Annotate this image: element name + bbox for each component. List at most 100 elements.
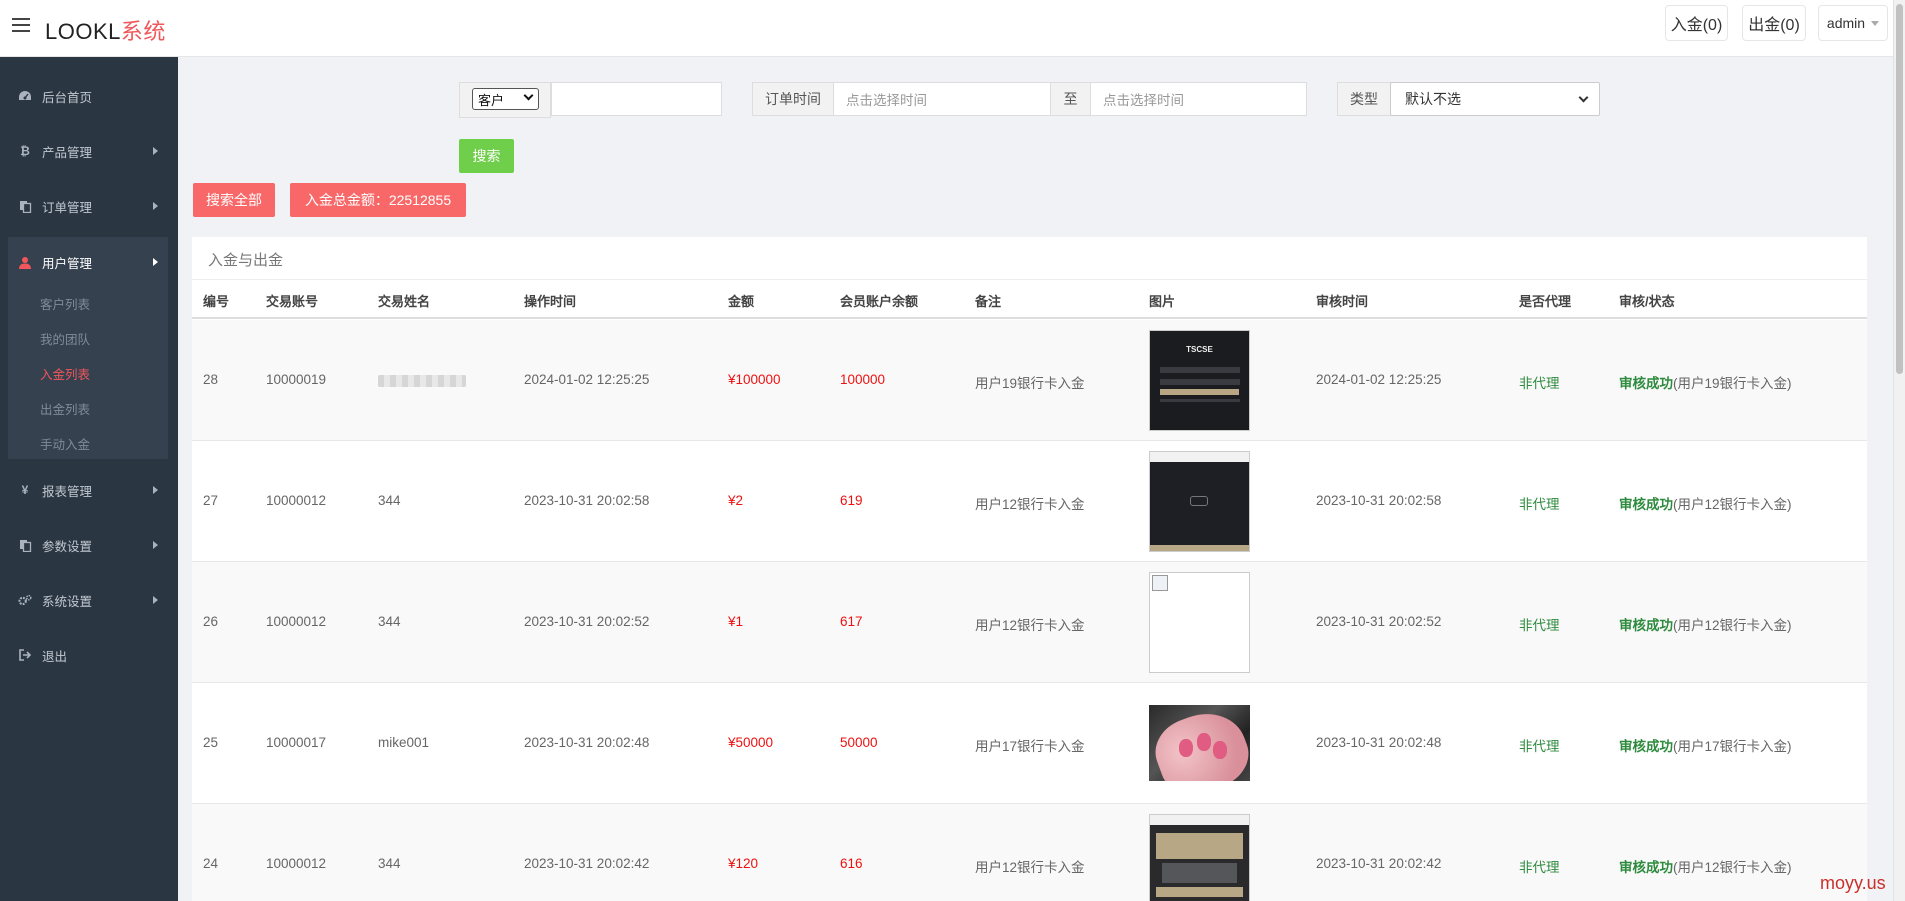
time-end-input[interactable]: 点击选择时间: [1090, 82, 1307, 116]
col-header-image: 图片: [1149, 294, 1176, 309]
cell-balance: 100000: [840, 372, 886, 387]
cell-op-time: 2024-01-02 12:25:25: [524, 372, 650, 387]
table-row: 24 10000012 344 2023-10-31 20:02:42 ¥120…: [192, 804, 1867, 901]
cell-agent: 非代理: [1519, 497, 1560, 512]
cell-note: 用户12银行卡入金: [975, 860, 1085, 875]
deposit-notification-button[interactable]: 入金(0): [1665, 5, 1728, 41]
panel-title: 入金与出金: [208, 252, 284, 269]
status-success: 审核成功: [1619, 376, 1673, 391]
cell-review-time: 2024-01-02 12:25:25: [1316, 372, 1442, 387]
cell-amount: ¥2: [728, 493, 744, 508]
cell-note: 用户12银行卡入金: [975, 497, 1085, 512]
app-logo[interactable]: LOOKL系统: [45, 14, 166, 46]
cell-id: 27: [203, 493, 219, 508]
cell-review-time: 2023-10-31 20:02:42: [1316, 856, 1442, 871]
cell-name: 344: [378, 856, 401, 871]
cell-account: 10000012: [266, 614, 327, 629]
yen-icon: ¥: [21, 483, 29, 497]
cell-op-time: 2023-10-31 20:02:58: [524, 493, 650, 508]
sidebar-item-logout[interactable]: 退出: [8, 636, 168, 674]
col-header-agent: 是否代理: [1519, 294, 1572, 309]
sidebar-item-products[interactable]: ₿ 产品管理: [8, 132, 168, 170]
status-note: (用户12银行卡入金): [1673, 497, 1792, 512]
chevron-right-icon: [153, 596, 158, 604]
cell-balance: 616: [840, 856, 863, 871]
chevron-right-icon: [153, 258, 158, 266]
cell-amount: ¥50000: [728, 735, 774, 750]
receipt-thumbnail[interactable]: TSCSE: [1149, 330, 1250, 431]
search-all-button[interactable]: 搜索全部: [193, 183, 275, 217]
cell-balance: 617: [840, 614, 863, 629]
sidebar-item-label: 产品管理: [42, 145, 93, 160]
status-success: 审核成功: [1619, 739, 1673, 754]
dashboard-icon: [18, 89, 32, 103]
chevron-right-icon: [153, 541, 158, 549]
sidebar-subitem-manual-deposit[interactable]: 手动入金: [40, 434, 90, 454]
sidebar-item-orders[interactable]: 订单管理: [8, 187, 168, 225]
bitcoin-icon: ₿: [20, 144, 30, 158]
blurred-name: [378, 375, 466, 387]
receipt-thumbnail[interactable]: [1149, 705, 1250, 781]
cell-amount: ¥120: [728, 856, 759, 871]
sidebar-item-label: 参数设置: [42, 539, 93, 554]
sidebar-item-dashboard[interactable]: 后台首页: [8, 77, 168, 115]
withdraw-notification-button[interactable]: 出金(0): [1742, 5, 1806, 41]
cell-name: mike001: [378, 735, 430, 750]
sidebar-item-label: 报表管理: [42, 484, 93, 499]
customer-type-select[interactable]: 客户: [472, 88, 539, 110]
col-header-balance: 会员账户余额: [840, 294, 919, 309]
cell-agent: 非代理: [1519, 860, 1560, 875]
menu-toggle-icon[interactable]: [12, 18, 30, 34]
sidebar-item-reports[interactable]: ¥ 报表管理: [8, 471, 168, 509]
deposit-withdraw-panel: 入金与出金 编号 交易账号 交易姓名 操作时间 金额 会员账户余额 备注 图片 …: [192, 237, 1867, 901]
cell-account: 10000019: [266, 372, 327, 387]
sidebar-item-label: 订单管理: [42, 200, 93, 215]
type-select[interactable]: 默认不选: [1390, 82, 1600, 116]
chevron-down-icon: [523, 90, 534, 101]
sidebar-subitem-team[interactable]: 我的团队: [40, 329, 90, 349]
cell-account: 10000017: [266, 735, 327, 750]
sidebar-subitem-withdrawals[interactable]: 出金列表: [40, 399, 90, 419]
col-header-amount: 金额: [728, 294, 755, 309]
sidebar-item-system-settings[interactable]: 系统设置: [8, 581, 168, 619]
cell-review-time: 2023-10-31 20:02:48: [1316, 735, 1442, 750]
time-start-input[interactable]: 点击选择时间: [833, 82, 1051, 116]
sidebar-subitem-deposits[interactable]: 入金列表: [40, 364, 90, 384]
cell-account: 10000012: [266, 856, 327, 871]
cell-amount: ¥100000: [728, 372, 781, 387]
caret-down-icon: [1871, 20, 1880, 26]
sidebar-item-users[interactable]: 用户管理: [8, 243, 168, 281]
cell-id: 25: [203, 735, 219, 750]
to-label: 至: [1050, 82, 1091, 116]
table-row: 25 10000017 mike001 2023-10-31 20:02:48 …: [192, 683, 1867, 804]
admin-user-menu[interactable]: admin: [1818, 5, 1888, 41]
col-header-id: 编号: [203, 294, 230, 309]
cell-id: 26: [203, 614, 219, 629]
table-row: 27 10000012 344 2023-10-31 20:02:58 ¥2 6…: [192, 441, 1867, 562]
receipt-thumbnail[interactable]: [1149, 814, 1250, 901]
sidebar-subitem-customers[interactable]: 客户列表: [40, 294, 90, 314]
col-header-note: 备注: [975, 294, 1002, 309]
chevron-down-icon: [1578, 92, 1589, 103]
broken-image-icon[interactable]: [1149, 572, 1250, 673]
user-icon: [18, 255, 32, 269]
cell-note: 用户19银行卡入金: [975, 376, 1085, 391]
sidebar-item-label: 用户管理: [42, 256, 93, 271]
cell-note: 用户12银行卡入金: [975, 618, 1085, 633]
sidebar-item-label: 后台首页: [42, 90, 93, 105]
page-scrollbar[interactable]: [1893, 0, 1905, 901]
search-button[interactable]: 搜索: [459, 139, 514, 173]
cell-id: 24: [203, 856, 219, 871]
cell-amount: ¥1: [728, 614, 744, 629]
cell-name: 344: [378, 493, 401, 508]
cell-note: 用户17银行卡入金: [975, 739, 1085, 754]
sidebar: 后台首页 ₿ 产品管理 订单管理 用户管理 客户列表 我的团队 入金列表 出金列…: [0, 57, 178, 901]
customer-search-input[interactable]: [551, 82, 722, 116]
chevron-right-icon: [153, 147, 158, 155]
cell-status: 审核成功(用户12银行卡入金): [1619, 493, 1792, 513]
cell-id: 28: [203, 372, 219, 387]
sidebar-item-parameters[interactable]: 参数设置: [8, 526, 168, 564]
copy-icon: [18, 538, 32, 552]
receipt-thumbnail[interactable]: [1149, 451, 1250, 552]
status-success: 审核成功: [1619, 618, 1673, 633]
